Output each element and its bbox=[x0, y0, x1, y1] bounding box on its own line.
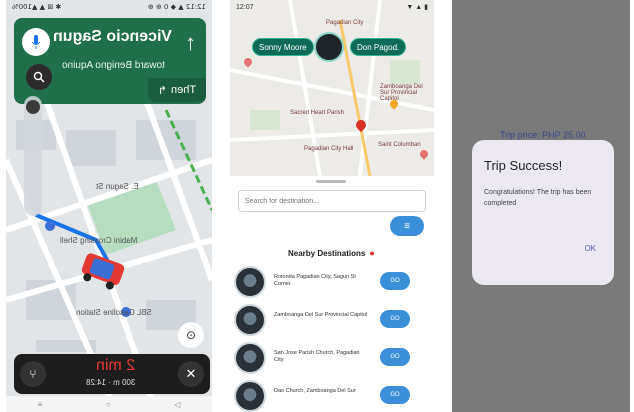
turn-right-icon: ↱ bbox=[157, 84, 168, 97]
dialog-message: Congratulations! The trip has been compl… bbox=[484, 189, 592, 207]
nearby-destinations-heading: Nearby Destinations ● bbox=[288, 248, 375, 258]
search-icon[interactable] bbox=[26, 64, 52, 90]
list-item[interactable]: Zamboanga Del Sur Provincial Capitol GO bbox=[234, 304, 430, 338]
nearby-title-text: Nearby Destinations bbox=[288, 248, 366, 258]
list-item[interactable]: San Jose Parish Church, Pagadian City GO bbox=[234, 342, 430, 376]
destination-search-input[interactable] bbox=[238, 190, 426, 212]
go-button[interactable]: GO bbox=[380, 272, 410, 290]
destinations-screen: 12:07 ▼ ▲ ▮ Pagadian City Sonny Moore Do… bbox=[230, 0, 434, 412]
destination-name: Zamboanga Del Sur Provincial Capitol bbox=[274, 312, 368, 318]
destination-thumbnail bbox=[234, 380, 266, 412]
map-label-poi: Saint Columban bbox=[378, 142, 421, 148]
close-icon[interactable]: ✕ bbox=[178, 361, 204, 387]
back-nav-icon[interactable]: ◁ bbox=[174, 400, 180, 409]
map-label-city: Pagadian City bbox=[326, 20, 364, 26]
microphone-icon[interactable] bbox=[22, 28, 50, 56]
destination-name: Dao Church, Zamboanga Del Sur bbox=[274, 388, 356, 394]
toward-street: toward Benigno Aquino bbox=[62, 60, 165, 71]
map-label-poi: Sacred Heart Parish bbox=[290, 110, 345, 116]
go-button[interactable]: GO bbox=[380, 386, 410, 404]
ok-button[interactable]: OK bbox=[584, 244, 596, 253]
list-item[interactable]: Rotonda Pagadian City, Sagun St Corner G… bbox=[234, 266, 430, 300]
distance-arrival: 300 m · 14:28 bbox=[86, 378, 136, 387]
system-nav-bar: ≡ ○ ◁ bbox=[6, 396, 212, 412]
filter-icon[interactable]: ≡ bbox=[390, 216, 424, 236]
map-label-road: E. Sagun St bbox=[96, 182, 139, 191]
destination-thumbnail bbox=[234, 266, 266, 298]
straight-arrow-icon: ↑ bbox=[185, 30, 196, 55]
recents-nav-icon[interactable]: ≡ bbox=[38, 400, 43, 409]
then-label: Then bbox=[171, 84, 197, 96]
destination-name: San Jose Parish Church, Pagadian City bbox=[274, 350, 360, 364]
destination-thumbnail bbox=[234, 342, 266, 374]
slider-knob[interactable] bbox=[26, 100, 40, 114]
map-label-place: SBL Gasoline Station bbox=[76, 308, 152, 317]
status-left: 12:07 bbox=[236, 3, 254, 11]
avatar[interactable] bbox=[314, 32, 344, 62]
map-label-poi: Zamboanga Del Sur Provincial Capitol bbox=[380, 84, 423, 102]
list-item[interactable]: Dao Church, Zamboanga Del Sur GO bbox=[234, 380, 430, 412]
navigation-screen: 12:12 ▲ ◆ 0 ⊕ ⊕ ✱ ⊠ ▲ ▲100% Vicencio Sag… bbox=[6, 0, 212, 412]
passenger-name-pill[interactable]: Don Pagod. bbox=[350, 38, 407, 56]
destinations-sheet: ≡ Nearby Destinations ● Rotonda Pagadian… bbox=[230, 176, 434, 412]
home-nav-icon[interactable]: ○ bbox=[106, 400, 111, 409]
destination-name: Rotonda Pagadian City, Sagun St Corner bbox=[274, 274, 356, 288]
dialog-title: Trip Success! bbox=[484, 158, 563, 173]
status-right: ✱ ⊠ ▲ ▲100% bbox=[12, 3, 62, 11]
status-right: ▼ ▲ ▮ bbox=[406, 4, 428, 11]
status-bar: 12:07 ▼ ▲ ▮ bbox=[230, 0, 434, 14]
compass-icon[interactable]: ⊙ bbox=[178, 322, 204, 348]
destination-thumbnail bbox=[234, 304, 266, 336]
eta-time: 2 min bbox=[96, 357, 136, 374]
then-turn-box: ↱ Then bbox=[148, 78, 206, 102]
map-label-poi: Pagadian City Hall bbox=[304, 146, 354, 152]
street-name: Vicencio Sagun bbox=[53, 28, 172, 45]
location-pin-icon: ● bbox=[369, 248, 375, 258]
trip-success-screen: Trip price: PHP 25.00 Trip Success! Cong… bbox=[452, 0, 630, 412]
alternate-routes-icon[interactable]: ⑂ bbox=[20, 361, 46, 387]
go-button[interactable]: GO bbox=[380, 348, 410, 366]
go-button[interactable]: GO bbox=[380, 310, 410, 328]
trip-success-dialog: Trip Success! Congratulations! The trip … bbox=[472, 140, 614, 285]
status-left: 12:12 ▲ ◆ 0 ⊕ ⊕ bbox=[147, 3, 206, 11]
driver-name-pill[interactable]: Sonny Moore bbox=[252, 38, 314, 56]
trip-price-text: Trip price: PHP 25.00 bbox=[500, 130, 586, 140]
map-label-place: Mabini Crossing Shell bbox=[60, 236, 138, 245]
sheet-drag-handle[interactable] bbox=[316, 180, 346, 183]
status-bar: 12:12 ▲ ◆ 0 ⊕ ⊕ ✱ ⊠ ▲ ▲100% bbox=[6, 0, 212, 14]
side-panel-slider[interactable] bbox=[24, 96, 42, 216]
trip-summary-bar: ⑂ 2 min 300 m · 14:28 ✕ bbox=[14, 354, 210, 394]
